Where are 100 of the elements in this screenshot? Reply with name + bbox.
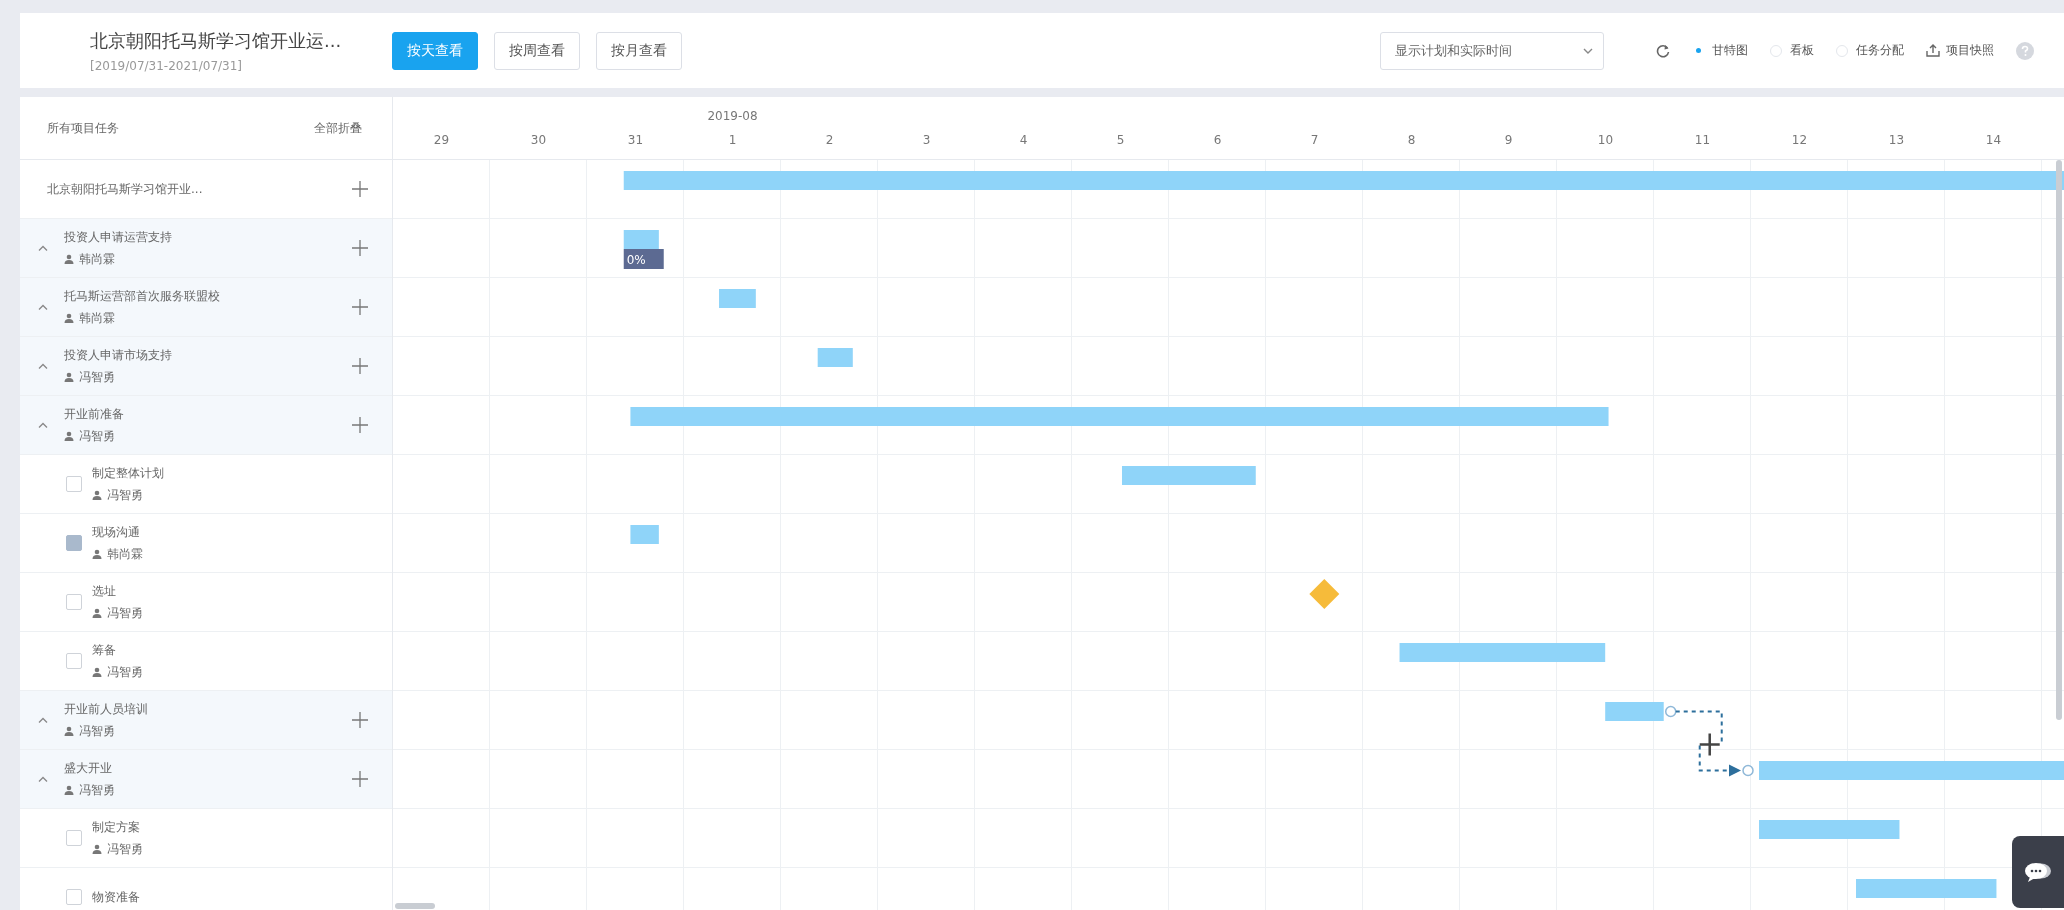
help-icon[interactable]	[2016, 41, 2034, 60]
task-bar[interactable]	[1759, 820, 1900, 839]
person-icon	[64, 313, 74, 323]
checkbox[interactable]	[66, 889, 82, 905]
day-label: 7	[1310, 133, 1319, 147]
assignee-name: 冯智勇	[79, 781, 115, 799]
person-icon	[92, 608, 102, 618]
view-button[interactable]: 按周查看	[494, 31, 580, 70]
task-title: 选址	[92, 582, 117, 600]
person-icon	[92, 667, 102, 677]
date-range: [2019/07/31-2021/07/31]	[90, 58, 244, 73]
snapshot-link[interactable]: 项目快照	[1946, 42, 1994, 59]
task-bar[interactable]	[817, 348, 853, 367]
task-bar[interactable]	[1605, 702, 1664, 721]
day-label: 4	[1019, 133, 1028, 147]
task-bar[interactable]	[1856, 879, 1997, 898]
person-icon	[92, 549, 102, 559]
task-title: 投资人申请运营支持	[64, 228, 173, 246]
select-value: 显示计划和实际时间	[1395, 41, 1512, 60]
chevron-up-icon[interactable]	[38, 363, 48, 369]
task-bar[interactable]	[630, 525, 659, 544]
day-label: 3	[922, 133, 931, 147]
horizontal-scrollbar[interactable]	[395, 903, 435, 909]
task-title: 托马斯运营部首次服务联盟校	[64, 287, 221, 305]
task-title: 物资准备	[92, 888, 141, 906]
checkbox[interactable]	[66, 653, 82, 669]
plus-icon[interactable]	[352, 299, 368, 315]
person-icon	[92, 490, 102, 500]
task-bar[interactable]	[630, 407, 1609, 426]
task-bar[interactable]	[1759, 761, 2064, 780]
task-title: 制定方案	[92, 818, 141, 836]
month-label: 2019-08	[706, 109, 759, 123]
project-title: 北京朝阳托马斯学习馆开业运...	[90, 28, 343, 53]
plus-icon[interactable]	[352, 771, 368, 787]
person-icon	[64, 254, 74, 264]
chevron-up-icon[interactable]	[38, 304, 48, 310]
person-icon	[64, 785, 74, 795]
task-title: 现场沟通	[92, 523, 141, 541]
checkbox[interactable]	[66, 830, 82, 846]
radio-label: 看板	[1790, 42, 1814, 59]
task-title: 投资人申请市场支持	[64, 346, 173, 364]
person-icon	[64, 372, 74, 382]
plus-icon[interactable]	[352, 181, 368, 197]
task-title: 盛大开业	[64, 759, 113, 777]
column-heading: 所有项目任务	[47, 119, 119, 137]
day-label: 30	[530, 133, 547, 147]
plus-icon[interactable]	[352, 417, 368, 433]
radio-label: 任务分配	[1856, 42, 1904, 59]
task-title: 开业前准备	[64, 405, 125, 423]
day-label: 1	[728, 133, 737, 147]
task-bar[interactable]	[719, 289, 756, 308]
day-label: 29	[433, 133, 450, 147]
chevron-up-icon[interactable]	[38, 717, 48, 723]
collapse-all-link[interactable]: 全部折叠	[314, 119, 362, 137]
task-title: 制定整体计划	[92, 464, 165, 482]
vertical-scrollbar[interactable]	[2056, 160, 2062, 720]
day-label: 2	[825, 133, 834, 147]
day-label: 6	[1213, 133, 1222, 147]
person-icon	[64, 726, 74, 736]
task-title: 筹备	[92, 641, 117, 659]
checkbox[interactable]	[66, 476, 82, 492]
display-select[interactable]: 显示计划和实际时间	[1380, 31, 1604, 70]
plus-icon[interactable]	[352, 712, 368, 728]
chat-button[interactable]	[2012, 836, 2064, 908]
dependency-connector[interactable]	[1664, 705, 1754, 777]
view-button[interactable]: 按月查看	[596, 31, 682, 70]
checkbox[interactable]	[66, 594, 82, 610]
day-label: 13	[1888, 133, 1905, 147]
plus-icon[interactable]	[352, 240, 368, 256]
assignee-name: 冯智勇	[79, 427, 115, 445]
assignee-name: 韩尚霖	[79, 309, 115, 327]
assignee-name: 冯智勇	[79, 368, 115, 386]
person-icon	[92, 844, 102, 854]
assignee-name: 冯智勇	[107, 663, 143, 681]
refresh-icon[interactable]	[1656, 43, 1670, 58]
task-bar[interactable]	[623, 230, 659, 249]
task-title: 北京朝阳托马斯学习馆开业...	[47, 180, 204, 198]
assignee-name: 冯智勇	[107, 840, 143, 858]
upload-icon	[1926, 44, 1940, 57]
day-label: 31	[627, 133, 644, 147]
chevron-up-icon[interactable]	[38, 776, 48, 782]
move-cursor-icon	[1698, 732, 1721, 757]
checkbox[interactable]	[66, 535, 82, 551]
radio-label: 甘特图	[1712, 42, 1748, 59]
day-label: 5	[1116, 133, 1125, 147]
task-bar[interactable]	[1399, 643, 1606, 662]
assignee-name: 韩尚霖	[79, 250, 115, 268]
day-label: 8	[1407, 133, 1416, 147]
person-icon	[64, 431, 74, 441]
plus-icon[interactable]	[352, 358, 368, 374]
milestone-diamond[interactable]	[1309, 579, 1340, 609]
assignee-name: 冯智勇	[107, 604, 143, 622]
day-label: 14	[1985, 133, 2002, 147]
chevron-up-icon[interactable]	[38, 245, 48, 251]
chevron-up-icon[interactable]	[38, 422, 48, 428]
day-label: 12	[1791, 133, 1808, 147]
progress-label: 0%	[623, 249, 664, 269]
task-bar[interactable]	[623, 171, 2064, 190]
task-bar[interactable]	[1122, 466, 1256, 485]
day-label: 9	[1504, 133, 1513, 147]
